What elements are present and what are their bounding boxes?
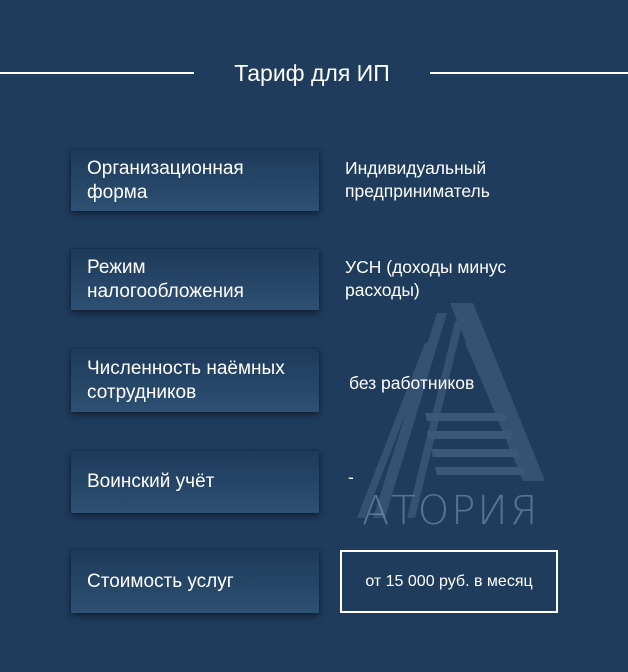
label-employees: Численность наёмных сотрудников [87,357,285,403]
page-title: Тариф для ИП [234,60,390,86]
value-org-form: Индивидуальный предприниматель [345,158,490,201]
label-box-military: Воинский учёт [71,451,319,513]
label-box-org-form: Организационная форма [71,150,319,211]
label-military: Воинский учёт [87,471,215,492]
title-divider-left [0,72,194,74]
value-tax-regime: УСН (доходы минус расходы) [345,257,507,300]
price-box: от 15 000 руб. в месяц [340,550,558,613]
label-tax-regime: Режим налогообложения [87,256,244,302]
label-box-tax-regime: Режим налогообложения [71,249,319,310]
value-price: от 15 000 руб. в месяц [365,572,533,590]
title-row: Тариф для ИП [0,58,628,88]
label-org-form: Организационная форма [87,157,244,203]
label-price: Стоимость услуг [87,570,234,592]
title-divider-right [430,72,628,74]
label-box-employees: Численность наёмных сотрудников [71,349,319,412]
logo-wordmark: АТОРИЯ [362,488,540,534]
label-box-price: Стоимость услуг [71,550,319,613]
value-military: - [348,467,354,487]
value-employees: без работников [349,373,475,393]
